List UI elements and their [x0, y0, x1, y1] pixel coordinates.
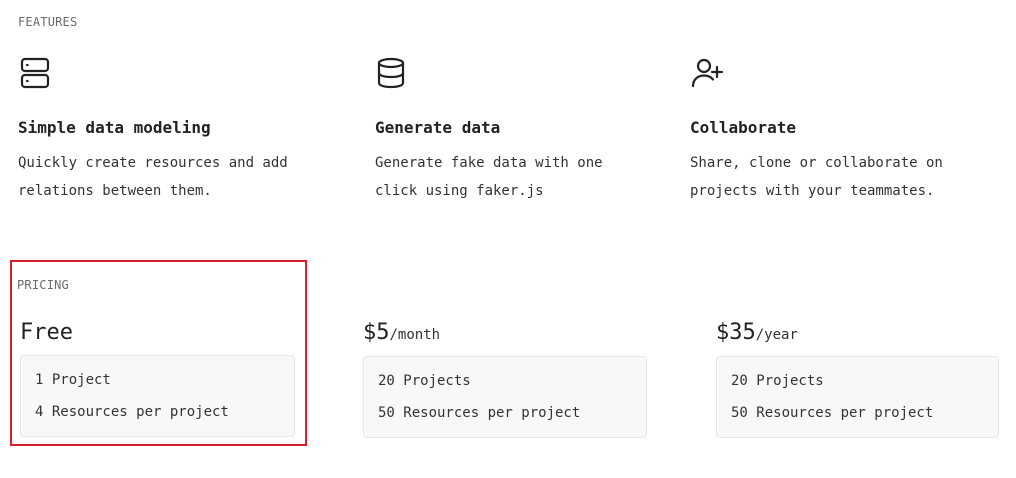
feature-title: Simple data modeling [18, 118, 211, 137]
plan-price: $5 [363, 320, 390, 345]
feature-description: Share, clone or collaborate on projects … [690, 155, 943, 199]
plan-feature-item: 1 Project [35, 372, 111, 388]
landing-page: FEATURES Simple data modeling Quickly cr… [0, 0, 1016, 478]
plan-feature-item: 20 Projects [731, 373, 824, 389]
plan-feature-item: 20 Projects [378, 373, 471, 389]
plan-yearly[interactable]: $35/year 20 Projects 50 Resources per pr… [716, 320, 999, 438]
plan-features-box: 20 Projects 50 Resources per project [363, 356, 647, 438]
plan-features-box: 1 Project 4 Resources per project [20, 355, 295, 437]
pricing-section-label: PRICING [17, 278, 69, 292]
plan-free[interactable]: Free 1 Project 4 Resources per project [20, 320, 295, 437]
feature-generate-data: Generate data Generate fake data with on… [375, 56, 645, 205]
plan-price: Free [20, 320, 73, 345]
plan-period: /month [389, 327, 441, 343]
feature-collaborate: Collaborate Share, clone or collaborate … [690, 56, 990, 205]
plan-price-row: $5/month [363, 320, 647, 345]
features-section-label: FEATURES [18, 15, 78, 29]
plan-feature-item: 50 Resources per project [378, 405, 581, 421]
plan-price-row: $35/year [716, 320, 999, 345]
user-plus-icon [691, 58, 724, 88]
plan-feature-item: 50 Resources per project [731, 405, 934, 421]
plan-monthly[interactable]: $5/month 20 Projects 50 Resources per pr… [363, 320, 647, 438]
feature-title: Generate data [375, 118, 501, 137]
feature-data-modeling: Simple data modeling Quickly create reso… [18, 56, 318, 205]
plan-price: $35 [716, 320, 756, 345]
feature-description: Generate fake data with one click using … [375, 155, 603, 199]
server-icon [20, 57, 50, 89]
database-icon [377, 57, 405, 89]
plan-price-row: Free [20, 320, 295, 345]
plan-period: /year [755, 327, 798, 343]
feature-description: Quickly create resources and add relatio… [18, 155, 288, 199]
plan-features-box: 20 Projects 50 Resources per project [716, 356, 999, 438]
plan-feature-item: 4 Resources per project [35, 404, 229, 420]
feature-title: Collaborate [690, 118, 796, 137]
